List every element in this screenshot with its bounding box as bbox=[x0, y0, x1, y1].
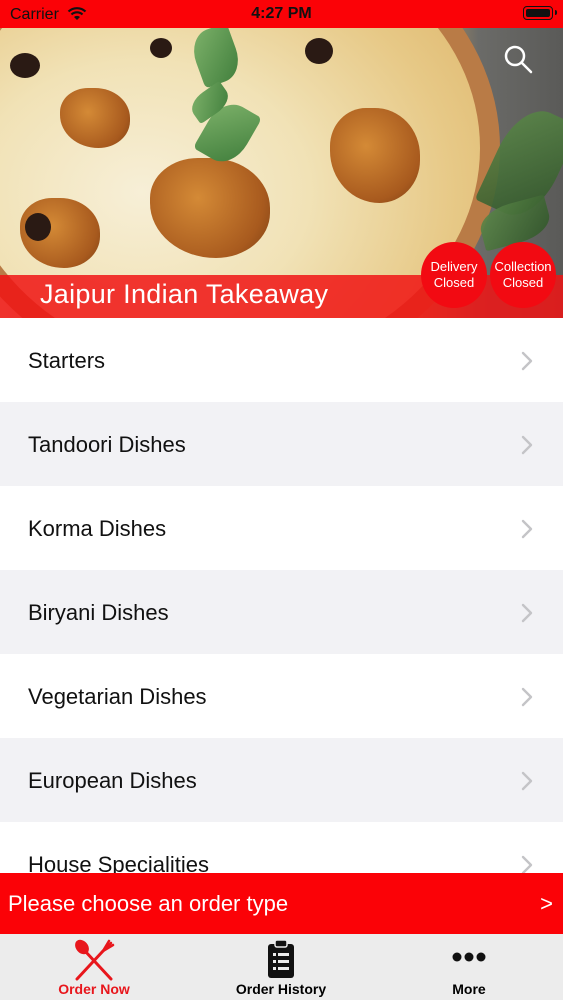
tab-label: More bbox=[452, 981, 486, 997]
order-type-arrow: > bbox=[540, 891, 553, 916]
menu-item-label: Starters bbox=[28, 348, 106, 373]
chevron-right-icon bbox=[521, 519, 533, 539]
tab-label: Order History bbox=[235, 981, 327, 997]
chevron-right-icon bbox=[521, 435, 533, 455]
delivery-badge-line1: Delivery bbox=[430, 259, 478, 274]
menu-item-biryani-dishes[interactable]: Biryani Dishes bbox=[0, 570, 563, 654]
raisin bbox=[305, 38, 333, 64]
tab-more[interactable]: More bbox=[375, 934, 563, 1000]
search-icon[interactable] bbox=[503, 44, 533, 74]
chevron-right-icon bbox=[521, 351, 533, 371]
menu-item-label: Tandoori Dishes bbox=[28, 432, 186, 457]
tab-label: Order Now bbox=[58, 981, 130, 997]
raisin bbox=[150, 38, 172, 58]
fork-knife-icon bbox=[71, 939, 117, 986]
header-banner: Jaipur Indian Takeaway Delivery Closed C… bbox=[0, 28, 563, 318]
status-bar: Carrier 4:27 PM bbox=[0, 0, 563, 28]
menu-item-vegetarian-dishes[interactable]: Vegetarian Dishes bbox=[0, 654, 563, 738]
choose-order-type-button[interactable]: Please choose an order type > bbox=[0, 873, 563, 934]
chevron-right-icon bbox=[521, 603, 533, 623]
delivery-status-badge: Delivery Closed bbox=[421, 242, 487, 308]
collection-badge-line1: Collection bbox=[494, 259, 552, 274]
tab-order-history[interactable]: Order History bbox=[187, 934, 375, 1000]
battery-icon bbox=[523, 6, 557, 20]
chevron-right-icon bbox=[521, 687, 533, 707]
clipboard-list-icon bbox=[266, 939, 296, 984]
status-time: 4:27 PM bbox=[251, 5, 312, 22]
raisin bbox=[10, 53, 40, 78]
chevron-right-icon bbox=[521, 771, 533, 791]
menu-item-starters[interactable]: Starters bbox=[0, 318, 563, 402]
order-type-prompt: Please choose an order type bbox=[8, 891, 289, 916]
restaurant-name: Jaipur Indian Takeaway bbox=[40, 279, 329, 309]
menu-item-korma-dishes[interactable]: Korma Dishes bbox=[0, 486, 563, 570]
menu-item-label: European Dishes bbox=[28, 768, 197, 793]
menu-item-tandoori-dishes[interactable]: Tandoori Dishes bbox=[0, 402, 563, 486]
collection-status-badge: Collection Closed bbox=[490, 242, 556, 308]
menu-item-label: Biryani Dishes bbox=[28, 600, 169, 625]
tab-bar: Order Now Order History More bbox=[0, 934, 563, 1000]
menu-item-label: Korma Dishes bbox=[28, 516, 167, 541]
chevron-right-icon bbox=[521, 855, 533, 875]
tab-order-now[interactable]: Order Now bbox=[0, 934, 188, 1000]
menu-category-list: Starters Tandoori Dishes Korma Dishes Bi… bbox=[0, 318, 563, 906]
collection-badge-line2: Closed bbox=[502, 275, 544, 290]
raisin bbox=[25, 213, 51, 241]
delivery-badge-line2: Closed bbox=[433, 275, 475, 290]
menu-item-label: Vegetarian Dishes bbox=[28, 684, 207, 709]
menu-item-european-dishes[interactable]: European Dishes bbox=[0, 738, 563, 822]
more-dots-icon bbox=[451, 950, 487, 968]
